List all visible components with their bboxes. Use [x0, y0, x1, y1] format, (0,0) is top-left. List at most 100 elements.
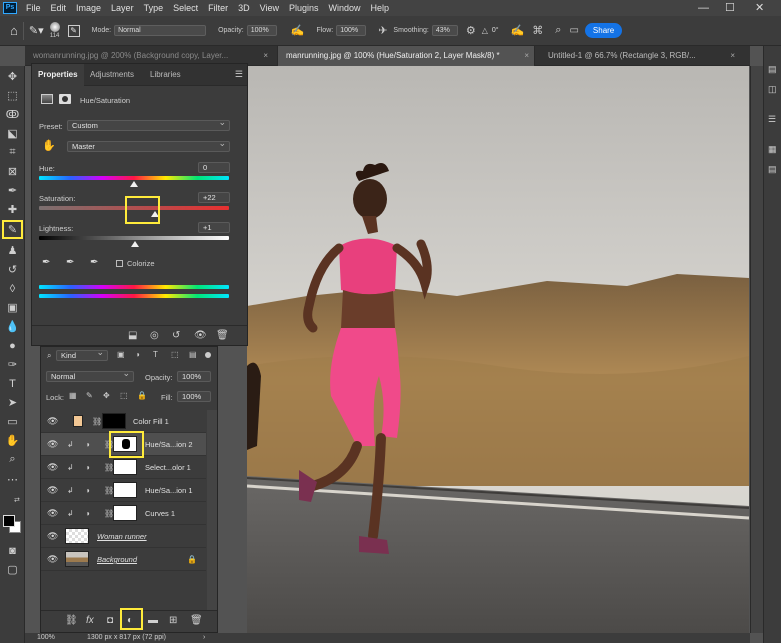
- eye-icon[interactable]: 👁: [47, 486, 58, 495]
- eye-icon[interactable]: 👁: [47, 509, 58, 518]
- history-brush-tool-icon[interactable]: ↺: [3, 261, 22, 278]
- menu-edit[interactable]: Edit: [46, 3, 72, 13]
- quick-mask-icon[interactable]: ◙: [3, 542, 22, 559]
- screen-mode-icon[interactable]: ▢: [3, 561, 22, 578]
- share-button[interactable]: Share: [584, 23, 623, 38]
- workspace-icon[interactable]: ▭: [569, 25, 578, 36]
- tab-untitled[interactable]: Untitled-1 @ 66.7% (Rectangle 3, RGB/...…: [540, 46, 740, 66]
- more-tools-icon[interactable]: ⋯: [3, 471, 22, 488]
- maximize-button[interactable]: ☐: [725, 2, 735, 14]
- view-previous-icon[interactable]: ◎: [150, 330, 159, 342]
- panel-icon-5[interactable]: ▤: [768, 164, 778, 174]
- hand-tool-icon[interactable]: ✋: [3, 432, 22, 449]
- colorize-checkbox[interactable]: [116, 260, 123, 267]
- close-tab-icon[interactable]: ×: [730, 46, 735, 65]
- zoom-level[interactable]: 100%: [37, 633, 55, 643]
- minimize-button[interactable]: —: [698, 2, 709, 14]
- pressure-size-icon[interactable]: ✍: [511, 24, 525, 37]
- layer-row[interactable]: 👁 ↲ ◑ ⛓ Curves 1: [41, 502, 206, 525]
- menu-image[interactable]: Image: [71, 3, 106, 13]
- menu-view[interactable]: View: [255, 3, 284, 13]
- eraser-tool-icon[interactable]: ◊: [3, 280, 22, 297]
- frame-tool-icon[interactable]: ⊠: [3, 163, 22, 180]
- new-layer-icon[interactable]: ⊞: [169, 615, 177, 627]
- brush-settings-icon[interactable]: ✎: [67, 24, 80, 37]
- eye-icon[interactable]: 👁: [47, 417, 58, 426]
- add-mask-icon[interactable]: ◘: [107, 615, 113, 627]
- lock-all-icon[interactable]: 🔒: [137, 391, 147, 400]
- mask-icon[interactable]: [59, 94, 71, 104]
- home-icon[interactable]: ⌂: [10, 23, 18, 38]
- tab-manrunning[interactable]: manrunning.jpg @ 100% (Hue/Saturation 2,…: [277, 46, 535, 66]
- move-tool-icon[interactable]: ✥: [3, 68, 22, 85]
- menu-layer[interactable]: Layer: [106, 3, 139, 13]
- layer-opacity-field[interactable]: 100%: [177, 371, 211, 382]
- clip-to-layer-icon[interactable]: ⬓: [128, 330, 137, 342]
- layer-row[interactable]: 👁 ⛓ Color Fill 1: [41, 410, 206, 433]
- filter-type-icon[interactable]: T: [153, 350, 158, 359]
- smoothing-settings-icon[interactable]: ⚙: [466, 24, 476, 37]
- brush-preset-picker[interactable]: 114: [49, 21, 60, 40]
- reset-icon[interactable]: ↺: [172, 330, 180, 342]
- layer-row[interactable]: 👁 Background 🔒: [41, 548, 206, 571]
- visibility-eye-icon[interactable]: 👁: [194, 330, 207, 342]
- document-canvas[interactable]: [247, 66, 749, 633]
- eyedropper-add-icon[interactable]: ✒: [66, 257, 74, 268]
- stamp-tool-icon[interactable]: ♟: [3, 242, 22, 259]
- menu-3d[interactable]: 3D: [233, 3, 255, 13]
- blend-mode-dropdown[interactable]: Normal: [46, 369, 134, 382]
- close-tab-icon[interactable]: ×: [524, 46, 529, 65]
- brush-tool-icon[interactable]: ✎: [2, 220, 23, 239]
- panel-icon-1[interactable]: ▤: [768, 64, 778, 74]
- filter-shape-icon[interactable]: ⬚: [171, 350, 179, 359]
- swap-colors-icon[interactable]: ⇄: [14, 496, 20, 504]
- menu-window[interactable]: Window: [324, 3, 366, 13]
- filter-toggle[interactable]: [205, 352, 211, 358]
- eye-icon[interactable]: 👁: [47, 555, 58, 564]
- eyedropper-tool-icon[interactable]: ✒: [3, 182, 22, 199]
- airbrush-icon[interactable]: ✈: [378, 24, 387, 37]
- filter-adjustment-icon[interactable]: ◑: [135, 350, 140, 359]
- panel-icon-2[interactable]: ◫: [768, 84, 778, 94]
- lightness-slider[interactable]: [130, 241, 139, 247]
- layer-fill-field[interactable]: 100%: [177, 391, 211, 402]
- object-select-tool-icon[interactable]: ⬕: [3, 125, 22, 142]
- path-select-tool-icon[interactable]: ➤: [3, 394, 22, 411]
- hue-field[interactable]: 0: [198, 162, 230, 173]
- gradient-tool-icon[interactable]: ▣: [3, 299, 22, 316]
- filter-pixel-icon[interactable]: ▣: [117, 350, 125, 359]
- pen-tool-icon[interactable]: ✑: [3, 356, 22, 373]
- search-icon[interactable]: ⌕: [555, 24, 561, 37]
- layer-row[interactable]: 👁 ↲ ◑ ⛓ Select...olor 1: [41, 456, 206, 479]
- pressure-opacity-icon[interactable]: ✍: [291, 24, 305, 37]
- menu-file[interactable]: File: [21, 3, 46, 13]
- healing-tool-icon[interactable]: ✚: [3, 201, 22, 218]
- dodge-tool-icon[interactable]: ●: [3, 337, 22, 354]
- crop-tool-icon[interactable]: ⌗: [3, 144, 22, 161]
- targeted-adjust-hand-icon[interactable]: ✋: [42, 139, 56, 152]
- mode-dropdown[interactable]: Normal: [114, 25, 207, 36]
- status-arrow-icon[interactable]: ›: [203, 633, 205, 643]
- marquee-tool-icon[interactable]: ⬚: [3, 87, 22, 104]
- tab-libraries[interactable]: Libraries: [144, 64, 187, 86]
- lasso-tool-icon[interactable]: ↂ: [3, 106, 22, 123]
- link-layers-icon[interactable]: ⛓: [65, 615, 78, 627]
- panel-icon-3[interactable]: ☰: [768, 114, 778, 124]
- zoom-tool-icon[interactable]: ⌕: [3, 451, 22, 468]
- eyedropper-subtract-icon[interactable]: ✒: [90, 257, 98, 268]
- blur-tool-icon[interactable]: 💧: [3, 318, 22, 335]
- close-window-button[interactable]: ✕: [755, 2, 764, 14]
- trash-icon[interactable]: 🗑: [216, 330, 229, 342]
- menu-help[interactable]: Help: [366, 3, 395, 13]
- saturation-field[interactable]: +22: [198, 192, 230, 203]
- trash-icon[interactable]: 🗑: [190, 615, 203, 627]
- panel-icon-4[interactable]: ▦: [768, 144, 778, 154]
- tab-properties[interactable]: Properties: [32, 64, 84, 86]
- menu-type[interactable]: Type: [139, 3, 169, 13]
- eye-icon[interactable]: 👁: [47, 532, 58, 541]
- lightness-field[interactable]: +1: [198, 222, 230, 233]
- layer-row[interactable]: 👁 ↲ ◑ ⛓ Hue/Sa...ion 1: [41, 479, 206, 502]
- filter-smart-icon[interactable]: ▤: [189, 350, 197, 359]
- type-tool-icon[interactable]: T: [3, 375, 22, 392]
- layer-filter-dropdown[interactable]: Kind: [56, 348, 108, 361]
